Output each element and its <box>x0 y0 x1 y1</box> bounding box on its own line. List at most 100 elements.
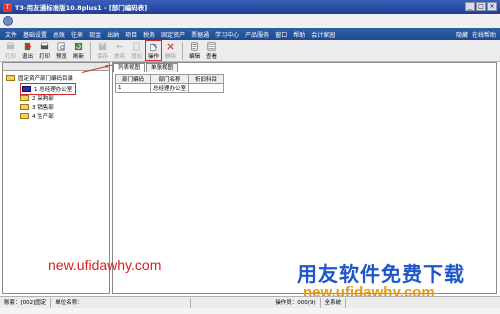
cell-dept-name[interactable]: 总经理办公室 <box>149 83 190 93</box>
edit-icon <box>191 42 198 51</box>
tree-item-sales[interactable]: 3 销售部 <box>20 103 54 111</box>
tree-root-label: 固定资产部门编码目录 <box>18 76 74 82</box>
menu-tax[interactable]: 税务 <box>140 30 158 39</box>
document-strip <box>0 14 500 28</box>
toolbar-separator <box>182 42 183 60</box>
toolbar-view-button[interactable]: 查看 <box>203 40 220 61</box>
window-controls: _ □ × <box>465 2 497 11</box>
tree-item-label: 3 销售部 <box>32 105 54 111</box>
document-icon[interactable] <box>3 16 13 26</box>
menu-general-ledger[interactable]: 总账 <box>50 30 68 39</box>
preview-icon <box>57 42 65 51</box>
toolbar-operate-button[interactable]: 操作 <box>145 40 162 61</box>
exit-icon <box>24 42 32 51</box>
watermark-url-red: new.ufidawhy.com <box>48 257 162 273</box>
menu-fixed-assets[interactable]: 固定资产 <box>158 30 188 39</box>
menu-learning[interactable]: 学习中心 <box>212 30 242 39</box>
tree-item-label: 2 采购部 <box>32 96 54 102</box>
view-icon <box>207 42 216 51</box>
cell-dept-code[interactable]: 1 <box>115 83 151 93</box>
toolbar-edit-button[interactable]: 编辑 <box>186 40 203 61</box>
status-unit-name: 单位名称： <box>51 297 192 308</box>
status-extra: 全系统 <box>321 297 347 308</box>
delete-icon <box>167 43 174 50</box>
toolbar-label: 退出 <box>21 54 33 60</box>
toolbar-label: 查看 <box>205 54 217 60</box>
menu-transactions[interactable]: 往来 <box>68 30 86 39</box>
maximize-button[interactable]: □ <box>476 2 486 11</box>
title-bar: T T3-用友通标准版10.8plus1 - [部门编码表] _ □ × <box>0 0 500 14</box>
column-header-dept-code[interactable]: 部门编码 <box>115 74 151 84</box>
minimize-button[interactable]: _ <box>465 2 475 11</box>
column-header-depreciation-account[interactable]: 折旧科目 <box>188 74 225 84</box>
column-header-dept-name[interactable]: 部门名称 <box>149 74 190 84</box>
folder-icon <box>6 75 15 81</box>
watermark-brand: 用友软件免费下载 <box>297 262 465 286</box>
app-logo-icon: T <box>3 2 12 12</box>
folder-icon <box>20 95 29 101</box>
tree-root[interactable]: 固定资产部门编码目录 <box>6 74 73 82</box>
table-header-row: 部门编码 部门名称 折旧科目 <box>115 74 225 84</box>
cell-depreciation-account[interactable] <box>188 83 225 93</box>
tree-item-purchasing[interactable]: 2 采购部 <box>20 94 54 102</box>
folder-icon <box>20 113 29 119</box>
save-icon <box>98 42 107 51</box>
menu-file[interactable]: 文件 <box>2 30 20 39</box>
menu-services[interactable]: 产品服务 <box>242 30 272 39</box>
print-icon <box>40 42 49 50</box>
toolbar-add-button[interactable]: 增加 <box>128 40 145 61</box>
printer-icon <box>6 42 15 50</box>
menu-project[interactable]: 项目 <box>122 30 140 39</box>
toolbar-label: 删除 <box>164 54 176 60</box>
menu-right-group: 隐藏 在线帮助 <box>456 28 496 40</box>
add-icon <box>133 42 140 51</box>
online-help-link[interactable]: 在线帮助 <box>472 30 496 39</box>
menu-basic-settings[interactable]: 基础设置 <box>20 30 50 39</box>
window-title: T3-用友通标准版10.8plus1 - [部门编码表] <box>15 4 148 12</box>
view-tabs: 列表视图 单张视图 <box>113 63 179 72</box>
tree-item-label: 4 生产部 <box>32 114 54 120</box>
toolbar-save-button[interactable]: 保存 <box>94 40 111 61</box>
tree-item-production[interactable]: 4 生产部 <box>20 112 54 120</box>
toolbar-delete-button[interactable]: 删除 <box>162 40 179 61</box>
toolbar-label: 刷新 <box>72 54 84 60</box>
toolbar-label: 打印 <box>38 54 50 60</box>
toolbar-separator <box>90 42 91 60</box>
toolbar: 打印 退出 打印 预览 刷新 保存 放弃 增加 操作 删除 编辑 查看 <box>0 40 500 62</box>
status-bar: 账套：[002]固定 单位名称： 操作员：000(9) 全系统 <box>0 296 500 308</box>
menu-cashier[interactable]: 出纳 <box>104 30 122 39</box>
folder-icon <box>22 86 31 92</box>
status-account: 账套：[002]固定 <box>0 297 52 308</box>
department-table: 部门编码 部门名称 折旧科目 1 总经理办公室 <box>115 74 225 93</box>
toolbar-print-button[interactable]: 打印 <box>36 40 53 61</box>
toolbar-print-setup-button[interactable]: 打印 <box>2 40 19 61</box>
tree-item-label: 1 总经理办公室 <box>34 87 73 93</box>
toolbar-preview-button[interactable]: 预览 <box>53 40 70 61</box>
toolbar-label: 预览 <box>55 54 67 60</box>
tab-card-view[interactable]: 单张视图 <box>146 63 179 72</box>
table-row[interactable]: 1 总经理办公室 <box>115 83 225 93</box>
menu-bills[interactable]: 票据通 <box>188 30 212 39</box>
menu-help[interactable]: 帮助 <box>290 30 308 39</box>
menu-window[interactable]: 窗口 <box>272 30 290 39</box>
toolbar-label: 打印 <box>4 54 16 60</box>
toolbar-label: 保存 <box>96 54 108 60</box>
toolbar-label: 操作 <box>147 54 159 60</box>
menu-cash[interactable]: 现金 <box>86 30 104 39</box>
folder-icon <box>20 104 29 110</box>
toolbar-refresh-button[interactable]: 刷新 <box>70 40 87 61</box>
toolbar-discard-button[interactable]: 放弃 <box>111 40 128 61</box>
close-button[interactable]: × <box>487 2 497 11</box>
menu-accounting-home[interactable]: 会计家园 <box>308 30 338 39</box>
status-operator: 操作员：000(9) <box>271 297 321 308</box>
operate-icon <box>150 43 158 51</box>
hide-link[interactable]: 隐藏 <box>456 30 468 39</box>
toolbar-exit-button[interactable]: 退出 <box>19 40 36 61</box>
toolbar-label: 增加 <box>130 54 142 60</box>
tab-list-view[interactable]: 列表视图 <box>113 63 146 72</box>
toolbar-label: 放弃 <box>113 54 125 60</box>
menu-bar: 文件 基础设置 总账 往来 现金 出纳 项目 税务 固定资产 票据通 学习中心 … <box>0 28 500 40</box>
bottom-margin <box>0 308 500 314</box>
refresh-icon <box>74 42 83 51</box>
discard-icon <box>116 44 123 49</box>
